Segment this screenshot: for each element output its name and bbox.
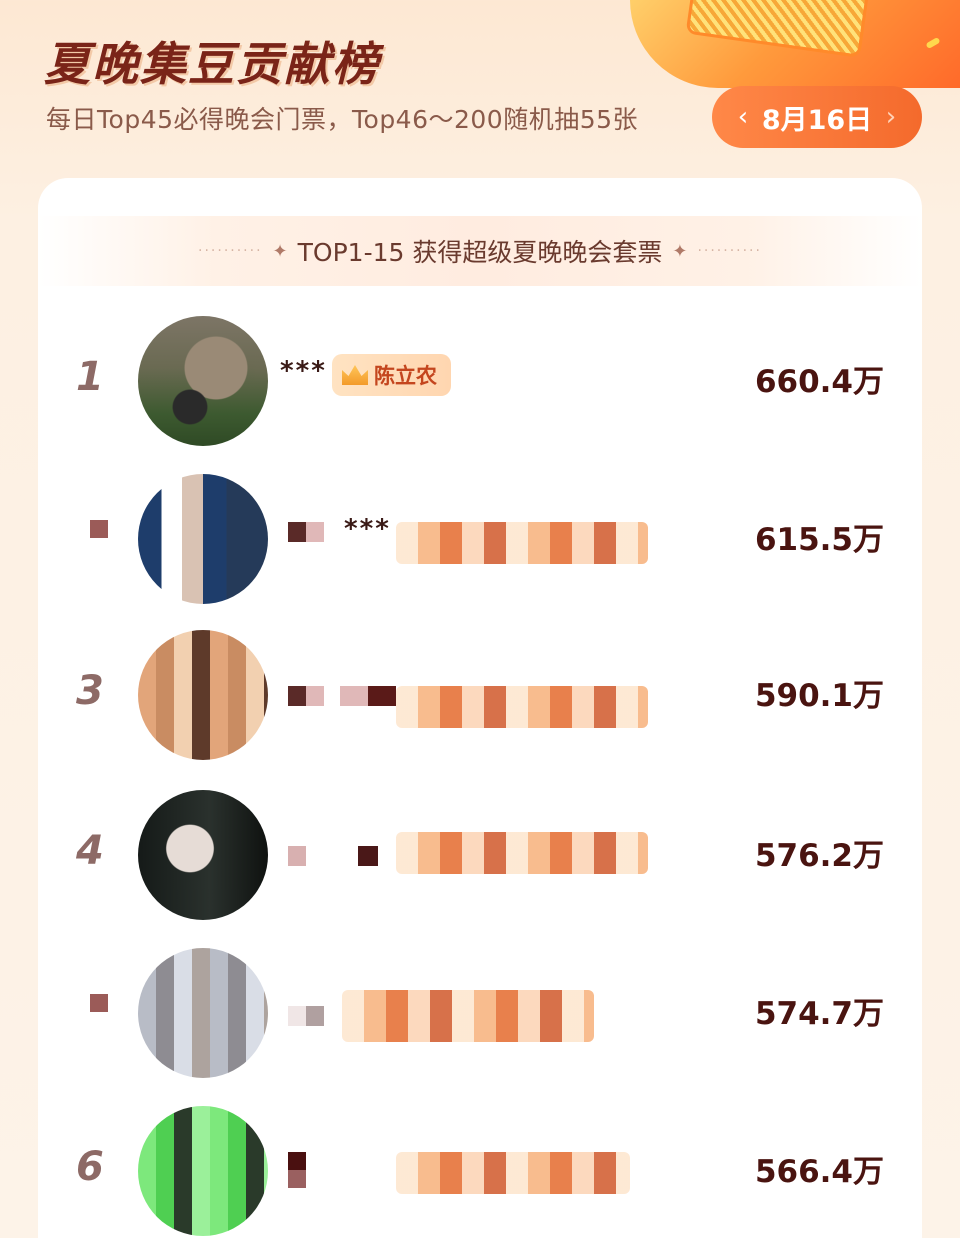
- blurred-badge: [396, 832, 648, 874]
- blurred-name: [288, 1152, 306, 1188]
- section-label: TOP1-15 获得超级夏晚晚会套票: [297, 238, 663, 267]
- leaderboard-row[interactable]: 4 576.2万: [38, 790, 922, 920]
- leaderboard-row[interactable]: 574.7万: [38, 948, 922, 1078]
- score-value: 576.2万: [754, 838, 884, 874]
- blurred-name: [288, 522, 324, 542]
- rank-placeholder: [90, 520, 108, 538]
- blurred-badge: [342, 990, 594, 1042]
- leaderboard-row[interactable]: 6 566.4万: [38, 1106, 922, 1236]
- blurred-name: [358, 846, 378, 866]
- rank-number: 6: [76, 1144, 104, 1190]
- divider-dots: ··········: [697, 243, 762, 259]
- blurred-badge: [396, 686, 648, 728]
- user-name: ***: [344, 514, 391, 544]
- blurred-name: [288, 1006, 324, 1026]
- blurred-name: [340, 686, 396, 706]
- blurred-name: [288, 846, 306, 866]
- header-decoration: [630, 0, 960, 88]
- blurred-badge: [396, 1152, 630, 1194]
- score-value: 574.7万: [754, 996, 884, 1032]
- avatar[interactable]: [138, 790, 268, 920]
- chevron-left-icon[interactable]: ‹: [734, 102, 752, 132]
- rank-number: 4: [76, 828, 104, 874]
- sparkle-icon: ✦: [272, 240, 288, 262]
- avatar[interactable]: [138, 1106, 268, 1236]
- score-value: 660.4万: [754, 364, 884, 400]
- date-selector: ‹ 8月16日 ›: [712, 86, 922, 148]
- avatar[interactable]: [138, 474, 268, 604]
- leaderboard-card: ·········· ✦ TOP1-15 获得超级夏晚晚会套票 ✦ ······…: [38, 178, 922, 1238]
- score-value: 566.4万: [754, 1154, 884, 1190]
- leaderboard-row[interactable]: *** 615.5万: [38, 474, 922, 604]
- date-label: 8月16日: [761, 104, 873, 136]
- avatar[interactable]: [138, 948, 268, 1078]
- rank-number: 1: [76, 354, 104, 400]
- score-value: 590.1万: [754, 678, 884, 714]
- chevron-right-icon[interactable]: ›: [882, 102, 900, 132]
- crown-icon: [342, 365, 368, 385]
- score-value: 615.5万: [754, 522, 884, 558]
- leaderboard-row[interactable]: 3 590.1万: [38, 630, 922, 760]
- section-banner: ·········· ✦ TOP1-15 获得超级夏晚晚会套票 ✦ ······…: [38, 216, 922, 286]
- badge-label: 陈立农: [374, 364, 437, 388]
- divider-dots: ··········: [198, 243, 263, 259]
- avatar[interactable]: [138, 316, 268, 446]
- page-subtitle: 每日Top45必得晚会门票，Top46～200随机抽55张: [46, 105, 639, 134]
- leaderboard-row[interactable]: 1 *** 陈立农 660.4万: [38, 316, 922, 446]
- rank-number: 3: [76, 668, 104, 714]
- sparkle-icon: ✦: [672, 240, 688, 262]
- artist-badge: 陈立农: [332, 354, 451, 396]
- page-title: 夏晚集豆贡献榜: [44, 37, 380, 91]
- user-name: ***: [280, 356, 327, 386]
- avatar[interactable]: [138, 630, 268, 760]
- blurred-badge: [396, 522, 648, 564]
- blurred-name: [288, 686, 324, 706]
- rank-placeholder: [90, 994, 108, 1012]
